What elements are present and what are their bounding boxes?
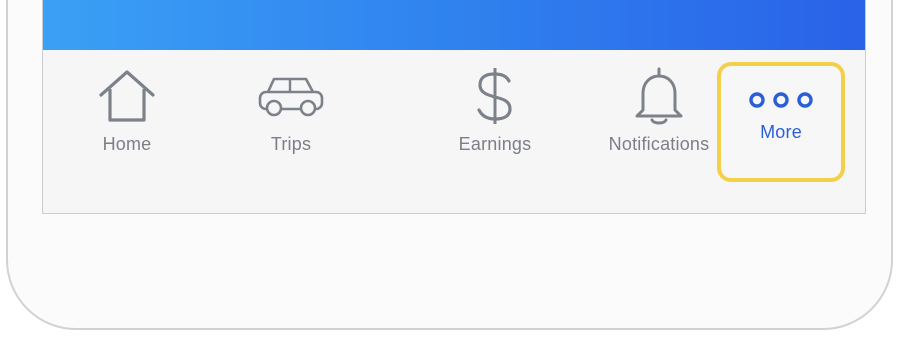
bottom-tab-bar: Home Trips Earnings Notifications More (43, 50, 865, 213)
tab-more-label: More (760, 122, 802, 142)
tab-home[interactable]: Home (47, 50, 207, 213)
tab-notifications-label: Notifications (608, 134, 710, 154)
car-icon (256, 68, 326, 124)
house-icon (92, 68, 162, 124)
tab-trips-label: Trips (270, 134, 312, 154)
bell-icon (624, 67, 694, 125)
more-dots-icon (721, 72, 841, 128)
app-screen: Home Trips Earnings Notifications More (42, 0, 866, 214)
app-viewport: Home Trips Earnings Notifications More (0, 0, 901, 337)
tab-notifications[interactable]: Notifications (579, 50, 739, 213)
tab-home-label: Home (102, 134, 152, 154)
tab-more[interactable]: More (717, 62, 845, 182)
tab-earnings[interactable]: Earnings (415, 50, 575, 213)
tab-earnings-label: Earnings (458, 134, 532, 154)
tab-trips[interactable]: Trips (211, 50, 371, 213)
dollar-icon (460, 68, 530, 124)
header-gradient-band (43, 0, 865, 50)
